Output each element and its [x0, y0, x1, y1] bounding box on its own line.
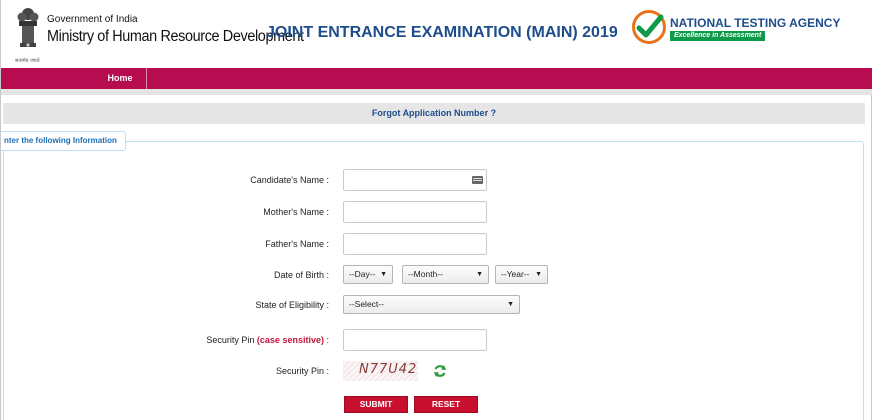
candidate-name-input[interactable]	[343, 169, 487, 191]
dob-year-select[interactable]: --Year-- ▼	[495, 265, 548, 284]
mother-name-input[interactable]	[343, 201, 487, 223]
state-value: --Select--	[349, 299, 384, 309]
security-pin-input-label: Security Pin (case sensitive) :	[206, 335, 329, 345]
father-name-label: Father's Name :	[265, 239, 329, 249]
dob-day-select[interactable]: --Day-- ▼	[343, 265, 393, 284]
dropdown-arrow-icon: ▼	[476, 271, 483, 278]
reset-button[interactable]: RESET	[414, 396, 478, 413]
dropdown-arrow-icon: ▼	[507, 301, 514, 308]
nav-home-link[interactable]: Home	[94, 68, 147, 89]
submit-button[interactable]: SUBMIT	[344, 396, 408, 413]
nta-logo-icon	[632, 10, 666, 44]
captcha-text: N77U42	[359, 362, 418, 377]
captcha-image: N77U42	[343, 361, 418, 381]
emblem-caption: सत्यमेव जयते	[15, 58, 40, 64]
label-colon: :	[326, 335, 329, 345]
case-sensitive-note: (case sensitive)	[256, 335, 324, 345]
keyboard-icon[interactable]	[472, 176, 483, 184]
dob-day-value: --Day--	[349, 269, 376, 279]
dob-label: Date of Birth :	[273, 270, 329, 280]
dob-month-select[interactable]: --Month-- ▼	[402, 265, 489, 284]
dropdown-arrow-icon: ▼	[380, 271, 387, 278]
government-of-india-text: Government of India	[47, 14, 138, 25]
state-select[interactable]: --Select-- ▼	[343, 295, 520, 314]
exam-title: JOINT ENTRANCE EXAMINATION (MAIN) 2019	[266, 24, 618, 41]
nav-divider	[1, 89, 872, 95]
security-pin-label: Security Pin :	[275, 366, 329, 376]
dob-year-value: --Year--	[501, 269, 530, 279]
site-header: Government of India Ministry of Human Re…	[1, 0, 872, 68]
form-legend: nter the following Information	[1, 131, 126, 151]
father-name-input[interactable]	[343, 233, 487, 255]
candidate-name-label: Candidate's Name :	[250, 175, 329, 185]
page-title: Forgot Application Number ?	[3, 103, 865, 124]
dropdown-arrow-icon: ▼	[535, 271, 542, 278]
agency-name: NATIONAL TESTING AGENCY	[670, 16, 841, 30]
state-label: State of Eligibility :	[255, 300, 329, 310]
security-pin-text: Security Pin	[206, 335, 255, 345]
agency-tagline: Excellence in Assessment	[670, 31, 766, 41]
dob-month-value: --Month--	[408, 269, 443, 279]
refresh-icon[interactable]	[433, 364, 447, 378]
mother-name-label: Mother's Name :	[263, 207, 329, 217]
security-pin-input[interactable]	[343, 329, 487, 351]
state-emblem-icon	[17, 8, 39, 47]
main-nav: Home	[1, 68, 872, 89]
